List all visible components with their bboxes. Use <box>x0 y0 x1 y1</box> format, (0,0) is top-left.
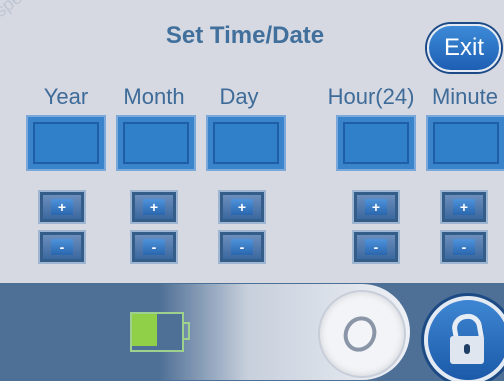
unlock-slider-knob[interactable] <box>318 290 406 378</box>
day-minus-button[interactable]: - <box>220 232 264 262</box>
knob-ring-icon <box>337 310 383 358</box>
battery-icon <box>130 312 190 352</box>
day-plus-button[interactable]: + <box>220 192 264 222</box>
page-title: Set Time/Date <box>165 22 325 49</box>
month-label: Month <box>123 84 185 109</box>
minute-field[interactable] <box>428 117 504 169</box>
unlock-button[interactable] <box>424 296 504 381</box>
year-plus-button[interactable]: + <box>40 192 84 222</box>
minute-label: Minute <box>431 84 499 109</box>
set-time-date-screen: spe Set Time/Date Exit Year Month Day Ho… <box>0 0 504 381</box>
minute-minus-button[interactable]: - <box>442 232 486 262</box>
year-minus-button[interactable]: - <box>40 232 84 262</box>
battery-level <box>132 314 157 346</box>
minute-plus-button[interactable]: + <box>442 192 486 222</box>
hour-minus-button[interactable]: - <box>354 232 398 262</box>
month-plus-button[interactable]: + <box>132 192 176 222</box>
day-label: Day <box>219 84 259 109</box>
month-field[interactable] <box>118 117 194 169</box>
hour-label: Hour(24) <box>327 84 415 109</box>
hour-plus-button[interactable]: + <box>354 192 398 222</box>
month-minus-button[interactable]: - <box>132 232 176 262</box>
day-field[interactable] <box>208 117 284 169</box>
watermark: spe <box>0 0 26 21</box>
year-label: Year <box>43 84 89 109</box>
hour-field[interactable] <box>338 117 414 169</box>
year-field[interactable] <box>28 117 104 169</box>
exit-button[interactable]: Exit <box>427 24 501 72</box>
